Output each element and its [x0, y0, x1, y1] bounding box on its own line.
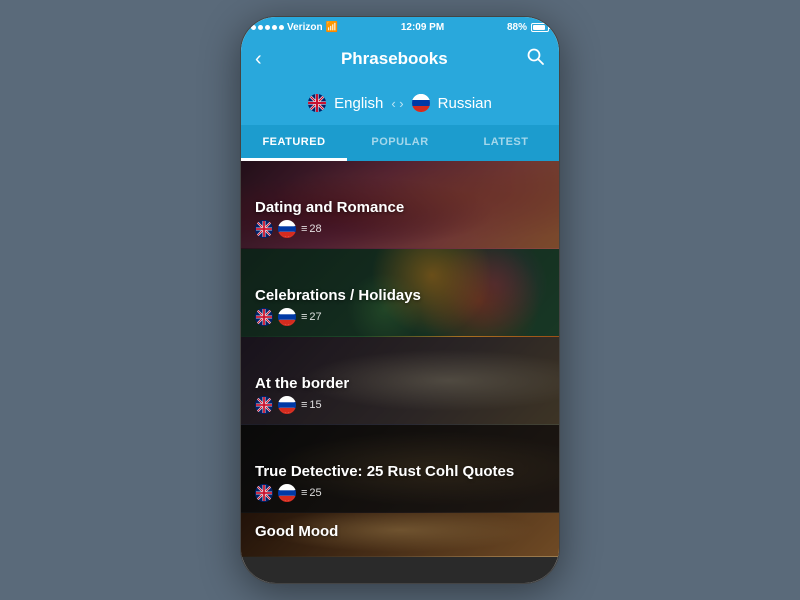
card-meta: ≡ 15: [255, 396, 349, 414]
card-info: Good Mood: [255, 523, 338, 544]
card-flag-ru: [278, 396, 296, 414]
list-icon: ≡: [301, 399, 307, 411]
card-meta: ≡ 27: [255, 308, 421, 326]
card-flag-uk: [255, 308, 273, 326]
card-count: ≡ 15: [301, 399, 322, 411]
status-left: Verizon 📶: [251, 22, 338, 33]
status-bar: Verizon 📶 12:09 PM 88%: [241, 17, 559, 37]
card-true-detective[interactable]: True Detective: 25 Rust Cohl Quotes ≡ 25: [241, 425, 559, 513]
card-count: ≡ 28: [301, 223, 322, 235]
card-title: Celebrations / Holidays: [255, 287, 421, 304]
card-at-border[interactable]: At the border ≡ 15: [241, 337, 559, 425]
search-button[interactable]: [527, 48, 545, 71]
battery-percent: 88%: [507, 22, 527, 33]
signal-dot-1: [251, 25, 256, 30]
signal-dot-2: [258, 25, 263, 30]
card-meta: ≡ 25: [255, 484, 514, 502]
card-title: True Detective: 25 Rust Cohl Quotes: [255, 463, 514, 480]
phrasebook-list: Dating and Romance ≡ 28: [241, 161, 559, 583]
language-bar: English ‹ › Russian: [241, 81, 559, 125]
signal-dot-4: [272, 25, 277, 30]
card-title: Dating and Romance: [255, 199, 404, 216]
tab-popular[interactable]: POPULAR: [347, 125, 453, 161]
carrier-name: Verizon: [287, 22, 323, 33]
list-icon: ≡: [301, 311, 307, 323]
language-swap-icon[interactable]: ‹ ›: [391, 96, 403, 111]
card-count: ≡ 27: [301, 311, 322, 323]
nav-bar: ‹ Phrasebooks: [241, 37, 559, 81]
tab-latest[interactable]: LATEST: [453, 125, 559, 161]
wifi-icon: 📶: [326, 22, 338, 33]
search-icon: [527, 48, 545, 66]
source-flag: [308, 94, 326, 112]
card-flag-uk: [255, 220, 273, 238]
source-language[interactable]: English: [334, 95, 383, 112]
signal-dots: [251, 25, 284, 30]
status-time: 12:09 PM: [401, 22, 444, 33]
card-flag-ru: [278, 484, 296, 502]
card-dating-romance[interactable]: Dating and Romance ≡ 28: [241, 161, 559, 249]
target-flag: [412, 94, 430, 112]
signal-dot-3: [265, 25, 270, 30]
target-language[interactable]: Russian: [438, 95, 492, 112]
card-info: Dating and Romance ≡ 28: [255, 199, 404, 238]
card-info: At the border ≡ 15: [255, 375, 349, 414]
card-info: True Detective: 25 Rust Cohl Quotes ≡ 25: [255, 463, 514, 502]
battery-icon: [531, 23, 549, 32]
back-button[interactable]: ‹: [255, 48, 262, 71]
tab-featured[interactable]: FEATURED: [241, 125, 347, 161]
list-icon: ≡: [301, 487, 307, 499]
card-flag-ru: [278, 308, 296, 326]
signal-dot-5: [279, 25, 284, 30]
battery-fill: [533, 25, 545, 30]
card-info: Celebrations / Holidays ≡ 27: [255, 287, 421, 326]
card-flag-uk: [255, 396, 273, 414]
card-flag-ru: [278, 220, 296, 238]
list-icon: ≡: [301, 223, 307, 235]
card-meta: ≡ 28: [255, 220, 404, 238]
card-title: At the border: [255, 375, 349, 392]
card-celebrations[interactable]: Celebrations / Holidays ≡ 27: [241, 249, 559, 337]
card-title: Good Mood: [255, 523, 338, 540]
card-flag-uk: [255, 484, 273, 502]
page-title: Phrasebooks: [341, 49, 448, 69]
card-good-mood[interactable]: Good Mood: [241, 513, 559, 557]
phone-frame: Verizon 📶 12:09 PM 88% ‹ Phrasebooks: [240, 16, 560, 584]
status-right: 88%: [507, 22, 549, 33]
tabs-bar: FEATURED POPULAR LATEST: [241, 125, 559, 161]
card-count: ≡ 25: [301, 487, 322, 499]
